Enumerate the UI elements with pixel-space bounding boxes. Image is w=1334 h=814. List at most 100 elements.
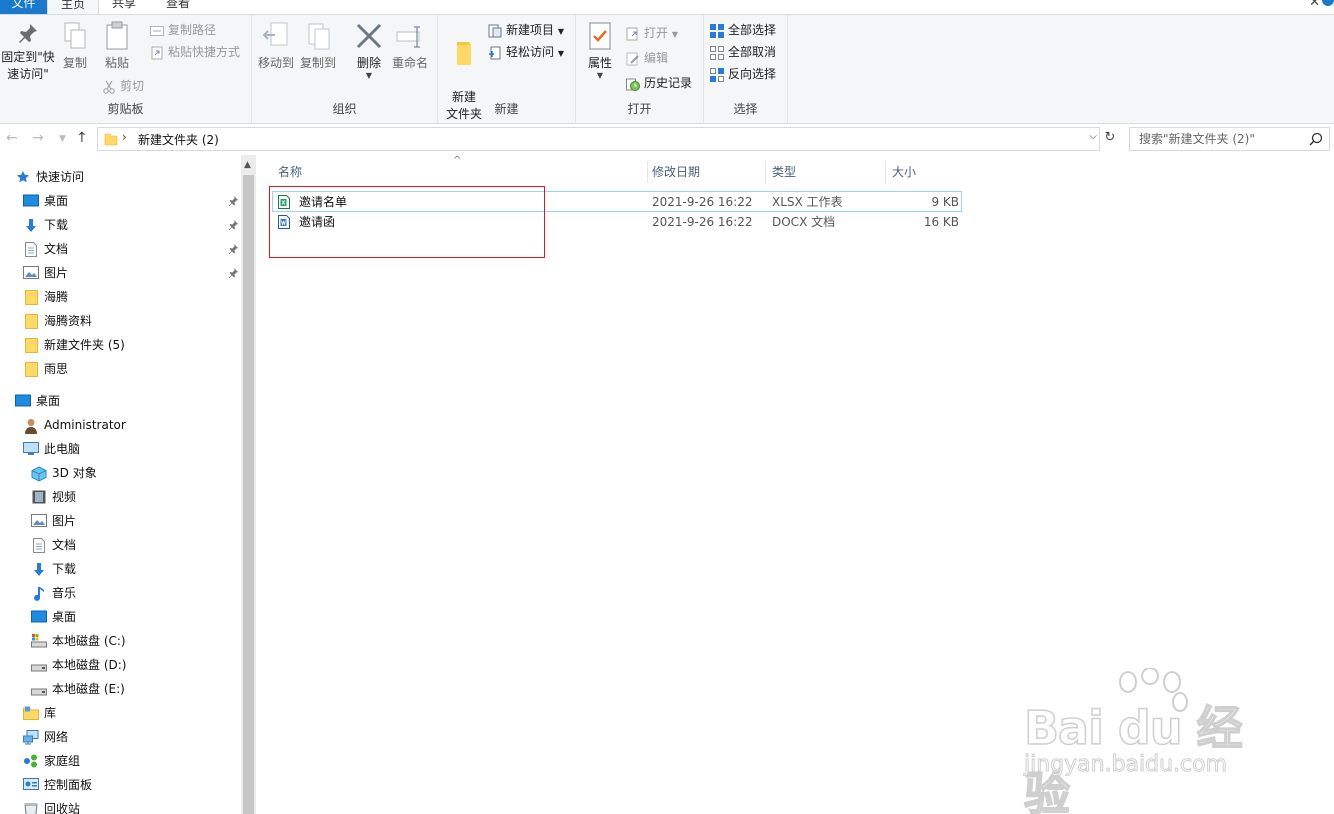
ribbon: 固定到"快速访问" 复制 粘贴 复制路径 粘贴快捷方式 剪切 剪贴板 移动到 复… [0, 14, 1334, 124]
properties-button[interactable]: 属性 ▼ [582, 21, 618, 80]
copy-to-button[interactable]: 复制到 [298, 21, 338, 72]
search-box[interactable] [1129, 127, 1330, 151]
nav-quick-folder-haiteng[interactable]: 海腾 [0, 285, 240, 309]
nav-quick-folder-yusi[interactable]: 雨思 [0, 357, 240, 381]
address-box[interactable]: › 新建文件夹 (2) ⌵ [97, 127, 1100, 151]
copy-path-button[interactable]: 复制路径 [150, 20, 216, 40]
organize-group-label: 组织 [332, 102, 357, 116]
nav-user[interactable]: Administrator [0, 413, 240, 437]
close-icon[interactable]: ✕ [1309, 0, 1320, 10]
nav-pc-desktop[interactable]: 桌面 [0, 605, 240, 629]
nav-homegroup[interactable]: 家庭组 [0, 749, 240, 773]
nav-quick-pictures[interactable]: 图片 [0, 261, 240, 285]
properties-label: 属性 [587, 56, 612, 70]
open-label: 打开 [644, 26, 669, 40]
cut-label: 剪切 [120, 79, 145, 93]
nav-quick-downloads[interactable]: 下载 [0, 213, 240, 237]
easy-access-button[interactable]: 轻松访问 ▼ [488, 42, 564, 62]
nav-pc-drive-e[interactable]: 本地磁盘 (E:) [0, 677, 240, 701]
file-type: XLSX 工作表 [772, 195, 843, 209]
pictures-icon [23, 266, 39, 279]
new-item-button[interactable]: 新建项目 ▼ [488, 20, 564, 40]
back-arrow-icon[interactable]: ← [6, 130, 18, 146]
history-button[interactable]: 历史记录 [626, 73, 692, 93]
nav-pc-drive-d[interactable]: 本地磁盘 (D:) [0, 653, 240, 677]
paste-shortcut-button[interactable]: 粘贴快捷方式 [150, 42, 240, 62]
pin-icon[interactable] [228, 268, 238, 278]
scroll-up-arrow-icon[interactable]: ▲ [244, 160, 251, 170]
nav-scrollbar-thumb[interactable] [243, 175, 254, 814]
invert-selection-button[interactable]: 反向选择 [710, 64, 776, 84]
nav-pc-pictures-label: 图片 [52, 514, 77, 528]
recent-locations-chevron-icon[interactable]: ▼ [59, 134, 66, 144]
history-label: 历史记录 [644, 76, 693, 90]
tab-share[interactable]: 共享 [104, 0, 144, 14]
nav-quick-desktop[interactable]: 桌面 [0, 189, 240, 213]
nav-desktop[interactable]: 桌面 [0, 389, 240, 413]
nav-pc-downloads[interactable]: 下载 [0, 557, 240, 581]
desktop-icon [15, 394, 31, 407]
column-header-name[interactable]: 名称 [272, 161, 648, 183]
nav-library[interactable]: 库 [0, 701, 240, 725]
nav-quick-folder-yusi-label: 雨思 [44, 362, 69, 376]
nav-this-pc[interactable]: 此电脑 [0, 437, 240, 461]
pin-icon[interactable] [228, 196, 238, 206]
up-arrow-icon[interactable]: ↑ [76, 130, 88, 146]
control-panel-icon [23, 778, 39, 790]
system-drive-icon [31, 634, 47, 648]
tab-file[interactable]: 文件 [0, 0, 47, 14]
nav-network[interactable]: 网络 [0, 725, 240, 749]
nav-pc-documents[interactable]: 文档 [0, 533, 240, 557]
nav-quick-folder-haiteng-data-label: 海腾资料 [44, 314, 93, 328]
edit-button[interactable]: 编辑 [626, 48, 668, 68]
move-to-button[interactable]: 移动到 [256, 21, 296, 72]
nav-user-label: Administrator [44, 418, 126, 432]
select-none-label: 全部取消 [728, 45, 777, 59]
copy-to-label: 复制到 [299, 56, 336, 70]
nav-pc-3d-objects[interactable]: 3D 对象 [0, 461, 240, 485]
nav-pc-3d-objects-label: 3D 对象 [52, 466, 97, 480]
select-none-button[interactable]: 全部取消 [710, 42, 776, 62]
tab-view[interactable]: 查看 [158, 0, 198, 14]
rename-button[interactable]: 重命名 [390, 21, 430, 72]
column-header-size[interactable]: 大小 [886, 161, 966, 183]
chevron-down-icon: ▼ [557, 27, 564, 36]
nav-pc-pictures[interactable]: 图片 [0, 509, 240, 533]
pin-icon[interactable] [228, 220, 238, 230]
paste-button[interactable]: 粘贴 [100, 21, 134, 72]
nav-pc-videos[interactable]: 视频 [0, 485, 240, 509]
pin-icon[interactable] [228, 244, 238, 254]
nav-pc-drive-c[interactable]: 本地磁盘 (C:) [0, 629, 240, 653]
folder-icon [25, 362, 38, 377]
select-all-button[interactable]: 全部选择 [710, 20, 776, 40]
move-to-icon [262, 22, 288, 46]
column-header-modified[interactable]: 修改日期 [646, 161, 766, 183]
nav-pc-music[interactable]: 音乐 [0, 581, 240, 605]
delete-button[interactable]: 删除 ▼ [352, 21, 386, 80]
breadcrumb-current-folder[interactable]: 新建文件夹 (2) [138, 131, 219, 148]
forward-arrow-icon[interactable]: → [32, 130, 44, 146]
nav-scrollbar[interactable]: ▲ [241, 155, 256, 814]
copy-button[interactable]: 复制 [58, 21, 92, 72]
nav-quick-documents[interactable]: 文档 [0, 237, 240, 261]
column-header-type[interactable]: 类型 [766, 161, 886, 183]
cut-button[interactable]: 剪切 [102, 76, 144, 96]
file-type: DOCX 文档 [772, 215, 836, 229]
nav-pc-drive-d-label: 本地磁盘 (D:) [52, 658, 127, 672]
delete-x-icon [356, 23, 382, 49]
search-input[interactable] [1130, 128, 1300, 150]
open-button[interactable]: 打开 ▼ [626, 23, 678, 43]
pin-quick-access-button[interactable]: 固定到"快速访问" [0, 21, 56, 83]
nav-quick-folder-haiteng-data[interactable]: 海腾资料 [0, 309, 240, 333]
nav-quick-access[interactable]: 快速访问 [0, 165, 240, 189]
address-dropdown-chevron-icon[interactable]: ⌵ [1089, 131, 1097, 142]
folder-icon [25, 314, 38, 329]
nav-recycle-bin[interactable]: 回收站 [0, 797, 240, 814]
nav-quick-folder-new-5[interactable]: 新建文件夹 (5) [0, 333, 240, 357]
refresh-icon[interactable]: ↻ [1102, 127, 1118, 151]
homegroup-icon [24, 754, 37, 768]
tab-home[interactable]: 主页 [47, 0, 99, 14]
nav-control-panel[interactable]: 控制面板 [0, 773, 240, 797]
help-icon[interactable] [1322, 0, 1334, 6]
properties-checkmark-icon [589, 22, 611, 50]
